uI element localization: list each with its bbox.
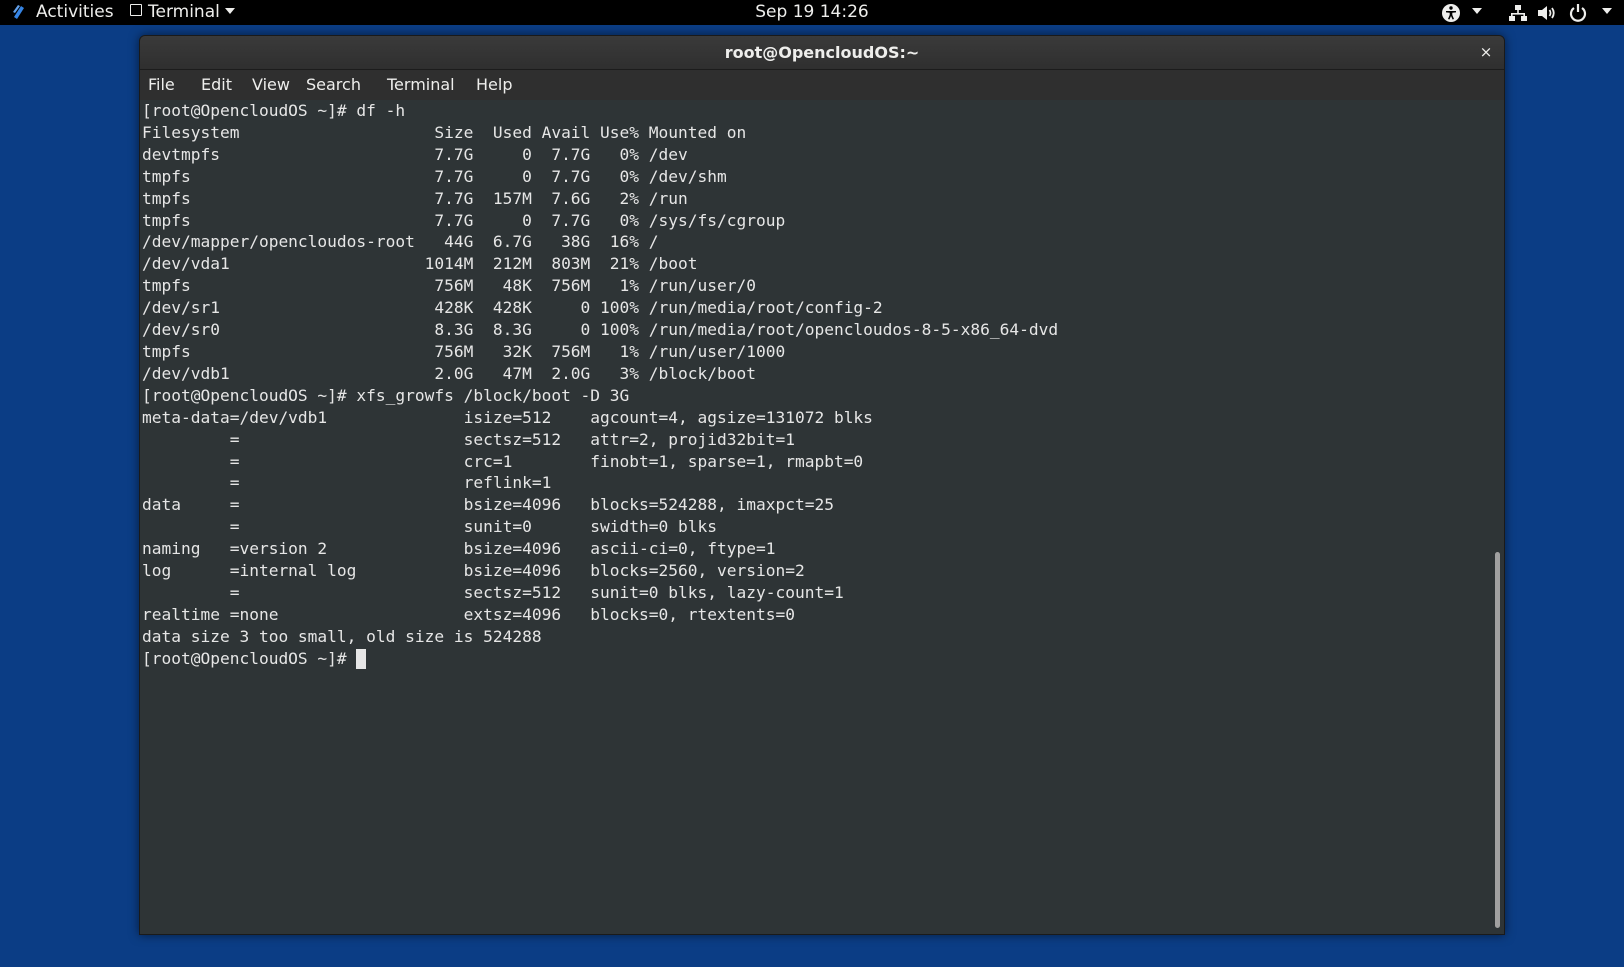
terminal-line: /dev/vda1 1014M 212M 803M 21% /boot — [142, 254, 698, 274]
menu-edit[interactable]: Edit — [199, 70, 234, 100]
terminal-line: data size 3 too small, old size is 52428… — [142, 626, 542, 646]
terminal-line: [root@OpencloudOS ~]# xfs_growfs /block/… — [142, 385, 630, 405]
terminal-line: log =internal log bsize=4096 blocks=2560… — [142, 561, 805, 581]
accessibility-icon[interactable] — [1440, 0, 1462, 25]
terminal-line: = crc=1 finobt=1, sparse=1, rmapbt=0 — [142, 451, 864, 471]
terminal-line: tmpfs 756M 32K 756M 1% /run/user/1000 — [142, 341, 786, 361]
terminal-line: [root@OpencloudOS ~]# df -h — [142, 101, 406, 120]
menu-view[interactable]: View — [250, 70, 292, 100]
terminal-line: /dev/sr1 428K 428K 0 100% /run/media/roo… — [142, 298, 883, 318]
terminal-line: /dev/vdb1 2.0G 47M 2.0G 3% /block/boot — [142, 363, 756, 383]
top-bar: Activities Terminal Sep 19 14:26 — [0, 0, 1624, 25]
volume-icon[interactable] — [1536, 0, 1558, 25]
terminal-line: tmpfs 7.7G 0 7.7G 0% /sys/fs/cgroup — [142, 210, 786, 230]
terminal-line: = sectsz=512 attr=2, projid32bit=1 — [142, 429, 795, 449]
terminal-line: tmpfs 756M 48K 756M 1% /run/user/0 — [142, 276, 756, 296]
terminal-line: = reflink=1 — [142, 473, 552, 493]
terminal-line: data = bsize=4096 blocks=524288, imaxpct… — [142, 495, 834, 515]
terminal-line: /dev/mapper/opencloudos-root 44G 6.7G 38… — [142, 232, 659, 252]
terminal-line: naming =version 2 bsize=4096 ascii-ci=0,… — [142, 539, 776, 559]
menu-bar: File Edit View Search Terminal Help — [140, 70, 1504, 100]
menu-search[interactable]: Search — [304, 70, 363, 100]
terminal-line: meta-data=/dev/vdb1 isize=512 agcount=4,… — [142, 407, 873, 427]
menu-terminal[interactable]: Terminal — [385, 70, 457, 100]
terminal-line: tmpfs 7.7G 0 7.7G 0% /dev/shm — [142, 166, 727, 186]
network-icon[interactable] — [1508, 0, 1528, 25]
power-icon[interactable] — [1568, 0, 1588, 25]
chevron-down-icon[interactable] — [1467, 0, 1482, 25]
window-title: root@OpencloudOS:~ — [724, 43, 920, 62]
scrollbar-thumb[interactable] — [1495, 552, 1500, 928]
terminal-line: Filesystem Size Used Avail Use% Mounted … — [142, 122, 747, 142]
chevron-down-icon[interactable] — [1597, 0, 1612, 25]
menu-help[interactable]: Help — [474, 70, 514, 100]
close-icon[interactable]: × — [1476, 42, 1496, 62]
clock[interactable]: Sep 19 14:26 — [0, 0, 1624, 25]
terminal-line: = sectsz=512 sunit=0 blks, lazy-count=1 — [142, 582, 844, 602]
terminal-window: root@OpencloudOS:~ × File Edit View Sear… — [139, 35, 1505, 935]
text-cursor — [356, 648, 367, 669]
terminal-output[interactable]: [root@OpencloudOS ~]# df -h Filesystem S… — [140, 100, 1491, 934]
terminal-line: /dev/sr0 8.3G 8.3G 0 100% /run/media/roo… — [142, 320, 1059, 340]
terminal-line: = sunit=0 swidth=0 blks — [142, 517, 717, 537]
terminal-line: realtime =none extsz=4096 blocks=0, rtex… — [142, 604, 795, 624]
window-titlebar[interactable]: root@OpencloudOS:~ × — [140, 36, 1504, 70]
menu-file[interactable]: File — [146, 70, 177, 100]
current-prompt-line[interactable]: [root@OpencloudOS ~]# — [142, 648, 367, 670]
terminal-text: [root@OpencloudOS ~]# df -h Filesystem S… — [142, 100, 1058, 648]
terminal-line: devtmpfs 7.7G 0 7.7G 0% /dev — [142, 144, 688, 164]
prompt-text: [root@OpencloudOS ~]# — [142, 648, 357, 668]
terminal-line: tmpfs 7.7G 157M 7.6G 2% /run — [142, 188, 688, 208]
